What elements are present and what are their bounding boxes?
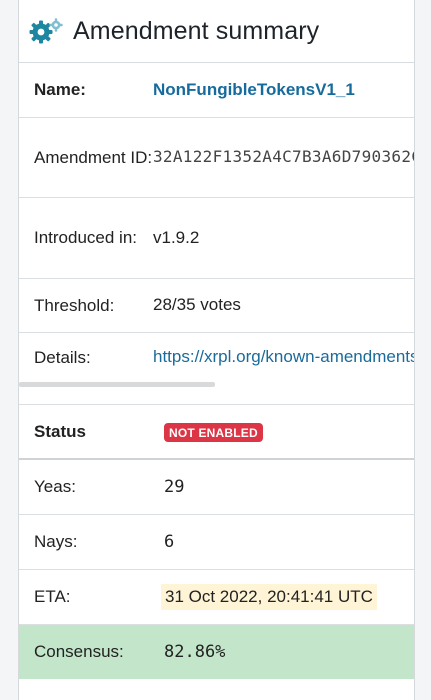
- status-badge: NOT ENABLED: [164, 422, 263, 442]
- yeas-value: 29: [164, 459, 414, 515]
- card-header: Amendment summary: [19, 0, 414, 63]
- amendment-name-link[interactable]: NonFungibleTokensV1_1: [153, 80, 355, 99]
- consensus-row: Consensus: 82.86%: [19, 624, 414, 679]
- amendment-id-label: Amendment ID:: [19, 117, 153, 198]
- introduced-label: Introduced in:: [19, 197, 153, 279]
- threshold-row: Threshold: 28/35 votes: [19, 278, 414, 333]
- introduced-value: v1.9.2: [153, 197, 414, 279]
- details-link[interactable]: https://xrpl.org/known-amendments.html: [153, 347, 414, 366]
- nays-label: Nays:: [19, 514, 164, 570]
- details-label: Details:: [34, 347, 91, 367]
- amendment-id-row: Amendment ID: 32A122F1352A4C7B3A6D790362…: [19, 117, 414, 198]
- yeas-row: Yeas: 29: [19, 459, 414, 515]
- scrollbar-thumb[interactable]: [19, 382, 215, 387]
- gears-icon: [29, 18, 63, 44]
- status-label: Status: [19, 405, 164, 460]
- eta-row: ETA: 31 Oct 2022, 20:41:41 UTC: [19, 569, 414, 625]
- yeas-label: Yeas:: [19, 459, 164, 515]
- consensus-value: 82.86%: [164, 624, 414, 679]
- threshold-value: 28/35 votes: [153, 278, 414, 333]
- card-title: Amendment summary: [73, 16, 320, 45]
- details-row: Details: https://xrpl.org/known-amendmen…: [19, 332, 414, 382]
- introduced-row: Introduced in: v1.9.2: [19, 197, 414, 279]
- threshold-label: Threshold:: [19, 278, 153, 333]
- eta-label: ETA:: [19, 569, 164, 625]
- consensus-label: Consensus:: [19, 624, 164, 679]
- nays-value: 6: [164, 514, 414, 570]
- amendment-id-value: 32A122F1352A4C7B3A6D790362CC34749C13: [153, 147, 414, 166]
- name-row: Name: NonFungibleTokensV1_1: [19, 63, 414, 118]
- nays-row: Nays: 6: [19, 514, 414, 570]
- amendment-summary-card: Amendment summary Name: NonFungibleToken…: [18, 0, 415, 700]
- amendment-details-table: Name: NonFungibleTokensV1_1 Amendment ID…: [19, 63, 414, 382]
- eta-value: 31 Oct 2022, 20:41:41 UTC: [161, 583, 377, 610]
- name-label: Name:: [19, 63, 153, 118]
- horizontal-scrollbar[interactable]: [19, 382, 414, 405]
- status-table: Status NOT ENABLED Yeas: 29 Nays: 6 ETA:…: [19, 405, 414, 679]
- status-header-row: Status NOT ENABLED: [19, 405, 414, 460]
